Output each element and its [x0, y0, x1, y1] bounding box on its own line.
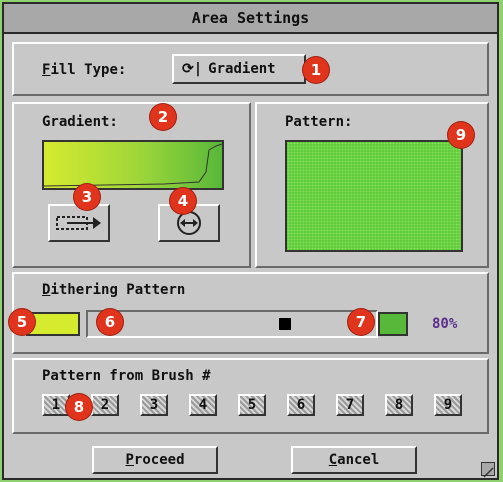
dither-slider-track[interactable] — [86, 310, 378, 338]
brush-3-button[interactable]: 3 — [140, 394, 168, 416]
dither-slider-knob[interactable] — [279, 318, 291, 330]
dithering-panel: Dithering Pattern 80% — [12, 272, 489, 354]
pattern-preview[interactable] — [285, 140, 463, 252]
annotation-badge-1: 1 — [303, 57, 329, 83]
brush-5-button[interactable]: 5 — [238, 394, 266, 416]
cycle-icon: ⟳| — [182, 61, 203, 77]
annotation-badge-6: 6 — [97, 309, 123, 335]
dither-percent: 80% — [432, 316, 458, 332]
gradient-panel: Gradient: — [12, 102, 251, 268]
gradient-label: Gradient: — [42, 114, 118, 130]
brush-2-button[interactable]: 2 — [91, 394, 119, 416]
annotation-badge-5: 5 — [9, 309, 35, 335]
brush-7-button[interactable]: 7 — [336, 394, 364, 416]
fill-type-label: Fill Type: — [42, 62, 127, 78]
resize-grip-icon[interactable] — [481, 462, 495, 478]
pattern-label: Pattern: — [285, 114, 353, 130]
brush-4-button[interactable]: 4 — [189, 394, 217, 416]
brush-8-button[interactable]: 8 — [385, 394, 413, 416]
annotation-badge-8: 8 — [66, 394, 92, 420]
fill-type-panel: Fill Type: ⟳| Gradient — [12, 42, 489, 96]
brush-9-button[interactable]: 9 — [434, 394, 462, 416]
dotted-arrow-icon — [56, 216, 101, 230]
fill-type-cycle-button[interactable]: ⟳| Gradient — [172, 54, 306, 84]
gradient-preview[interactable] — [42, 140, 224, 190]
dithering-label: Dithering Pattern — [42, 282, 186, 298]
gradient-direction-button[interactable] — [48, 204, 110, 242]
brush-6-button[interactable]: 6 — [287, 394, 315, 416]
fill-type-value: Gradient — [208, 61, 276, 77]
brush-label: Pattern from Brush # — [42, 368, 211, 384]
annotation-badge-2: 2 — [150, 104, 176, 130]
annotation-badge-7: 7 — [348, 309, 374, 335]
annotation-badge-9: 9 — [448, 122, 474, 148]
annotation-badge-3: 3 — [74, 184, 100, 210]
grip-lines — [483, 467, 494, 478]
gradient-curve — [44, 143, 222, 187]
cancel-button[interactable]: Cancel — [291, 446, 417, 474]
annotation-badge-4: 4 — [170, 188, 196, 214]
proceed-button[interactable]: Proceed — [92, 446, 218, 474]
area-settings-window: Area Settings Fill Type: ⟳| Gradient Gra… — [2, 2, 499, 480]
window-title: Area Settings — [4, 4, 497, 34]
dither-end-color[interactable] — [378, 312, 408, 336]
brush-button-row: 123456789 — [42, 394, 472, 418]
